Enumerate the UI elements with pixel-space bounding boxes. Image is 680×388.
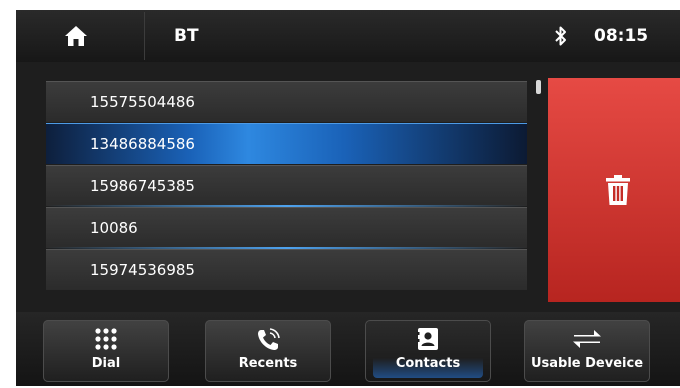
bluetooth-icon <box>555 26 566 46</box>
header-divider <box>144 12 145 60</box>
keypad-icon <box>95 328 117 350</box>
scrollbar-thumb[interactable] <box>536 80 541 94</box>
contact-number: 10086 <box>90 219 138 237</box>
bt-screen: BT 08:15 15575504486 13486884586 1598674… <box>16 10 680 386</box>
swap-arrows-icon <box>573 330 601 348</box>
bottom-nav: Dial Recents Contacts Usable Deveice <box>16 312 680 386</box>
nav-contacts-button[interactable]: Contacts <box>365 320 491 382</box>
clock: 08:15 <box>594 26 649 46</box>
contact-number: 15974536985 <box>90 261 195 279</box>
contact-number: 15575504486 <box>90 93 195 111</box>
contact-number: 15986745385 <box>90 177 195 195</box>
contact-row[interactable]: 15974536985 <box>46 249 527 290</box>
page-title: BT <box>174 26 199 46</box>
home-icon <box>65 26 87 46</box>
contact-row[interactable]: 15575504486 <box>46 81 527 122</box>
nav-dial-label: Dial <box>91 356 121 371</box>
contact-number: 13486884586 <box>90 135 195 153</box>
nav-recents-label: Recents <box>238 356 298 371</box>
nav-contacts-label: Contacts <box>395 356 461 371</box>
contact-row-selected[interactable]: 13486884586 <box>46 123 527 164</box>
delete-button[interactable] <box>548 78 680 302</box>
home-button[interactable] <box>16 10 136 62</box>
nav-usable-device-button[interactable]: Usable Deveice <box>524 320 650 382</box>
top-bar: BT 08:15 <box>16 10 680 62</box>
contact-list: 15575504486 13486884586 15986745385 1008… <box>46 81 527 291</box>
contact-row[interactable]: 10086 <box>46 207 527 248</box>
nav-usable-device-label: Usable Deveice <box>530 356 644 371</box>
contact-card-icon <box>417 328 438 350</box>
nav-recents-button[interactable]: Recents <box>205 320 331 382</box>
trash-icon <box>606 175 630 205</box>
nav-dial-button[interactable]: Dial <box>43 320 169 382</box>
contact-row[interactable]: 15986745385 <box>46 165 527 206</box>
phone-call-icon <box>258 328 280 350</box>
